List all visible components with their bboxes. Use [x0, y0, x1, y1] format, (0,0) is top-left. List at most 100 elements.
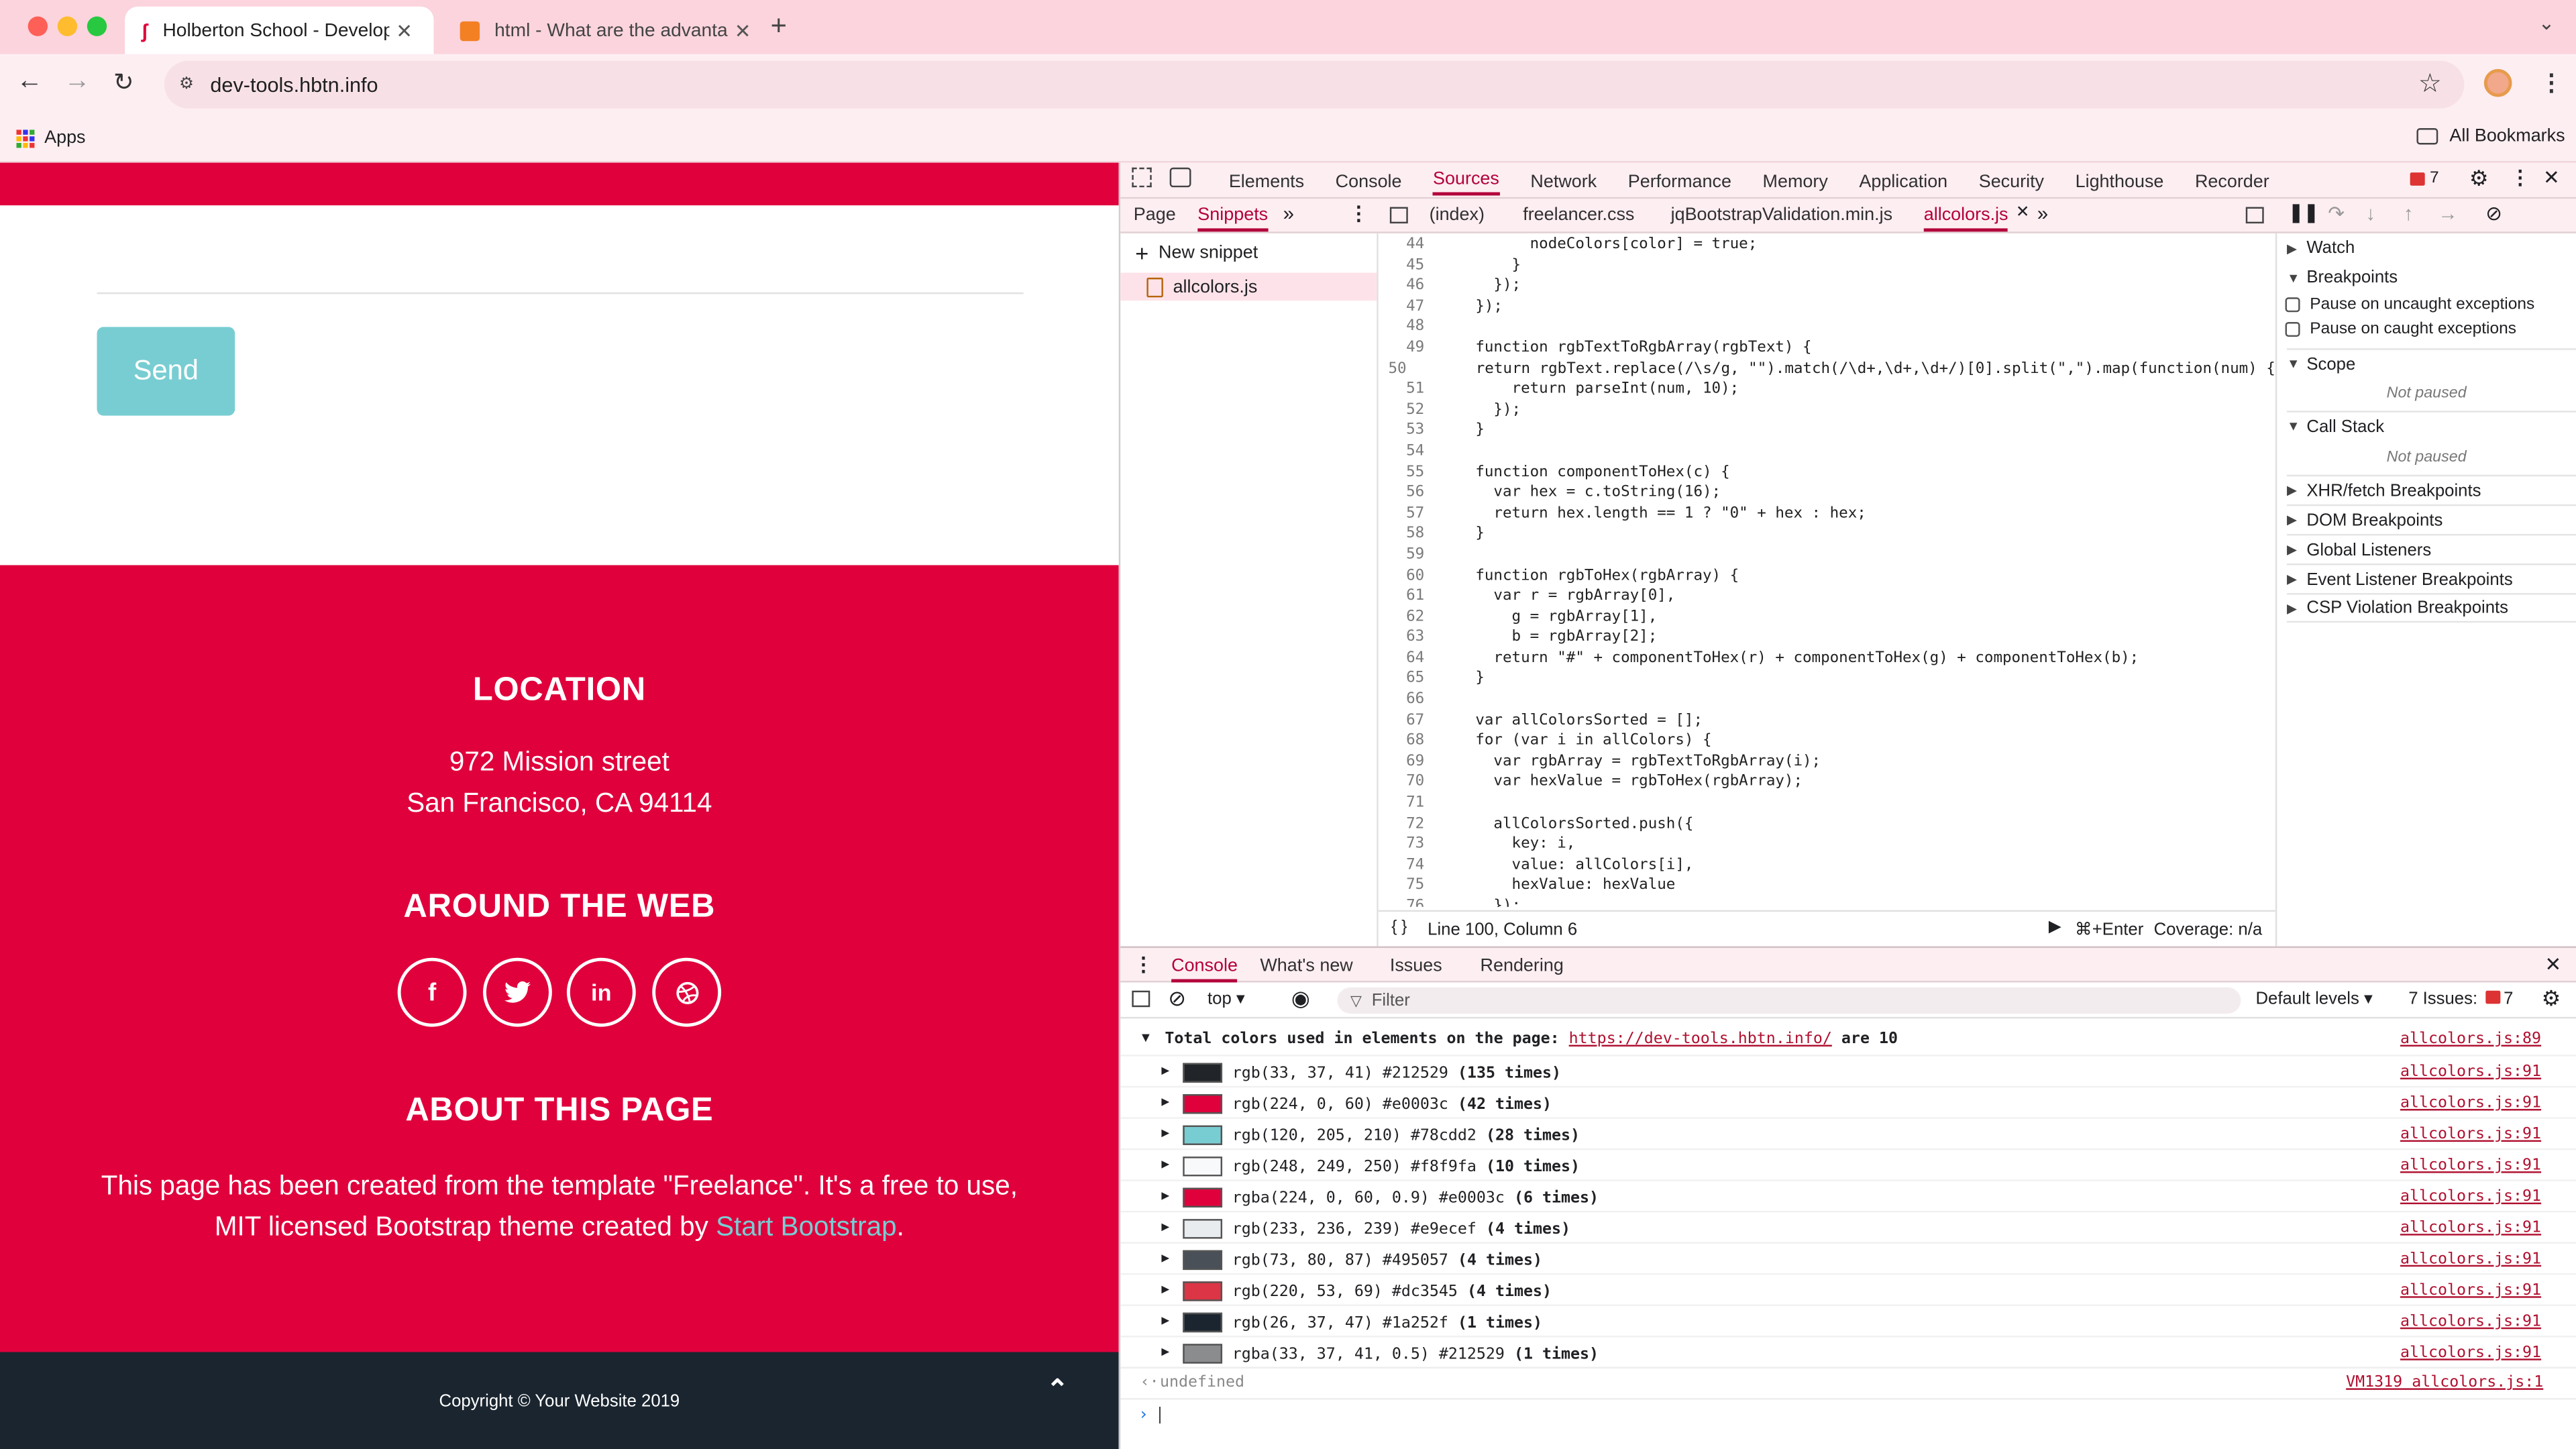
new-snippet-button[interactable]: + New snippet	[1135, 240, 1258, 266]
tab-elements[interactable]: Elements	[1229, 172, 1304, 192]
expand-triangle-icon[interactable]: ▶	[1161, 1094, 1169, 1109]
pause-caught-checkbox[interactable]	[2285, 322, 2300, 337]
more-tabs-chevron-icon[interactable]: »	[1283, 202, 1294, 225]
line-number[interactable]: 62	[1379, 607, 1424, 628]
drawer-menu-icon[interactable]: ⋮	[1134, 953, 1153, 975]
line-number[interactable]: 69	[1379, 752, 1424, 773]
line-number[interactable]: 64	[1379, 649, 1424, 669]
pause-uncaught-option[interactable]: Pause on uncaught exceptions	[2285, 296, 2534, 314]
expand-triangle-icon[interactable]: ▶	[1161, 1219, 1169, 1234]
line-number[interactable]: 52	[1379, 400, 1424, 421]
start-bootstrap-link[interactable]: Start Bootstrap	[716, 1212, 897, 1241]
file-tab-jqbootstrap[interactable]: jqBootstrapValidation.min.js	[1671, 205, 1892, 225]
line-number[interactable]: 49	[1379, 338, 1424, 359]
pause-caught-option[interactable]: Pause on caught exceptions	[2285, 321, 2516, 338]
breakpoints-section[interactable]: ▼ Breakpoints	[2287, 263, 2398, 292]
expand-triangle-icon[interactable]: ▶	[1161, 1313, 1169, 1328]
apps-bookmark[interactable]: Apps	[16, 128, 86, 148]
send-button[interactable]: Send	[97, 327, 235, 416]
expand-triangle-icon[interactable]: ▶	[1161, 1250, 1169, 1265]
code-editor[interactable]: 44 nodeColors[color] = true; 45 } 46 }); 47…	[1379, 233, 2275, 907]
line-number[interactable]: 60	[1379, 566, 1424, 587]
step-over-icon[interactable]: ↷	[2328, 202, 2345, 225]
line-number[interactable]: 61	[1379, 587, 1424, 608]
close-tab-icon[interactable]: ✕	[735, 19, 751, 42]
close-tab-icon[interactable]: ✕	[396, 19, 413, 42]
step-out-icon[interactable]: ↑	[2404, 202, 2414, 225]
line-number[interactable]: 57	[1379, 504, 1424, 525]
drawer-tab-rendering[interactable]: Rendering	[1481, 956, 1564, 975]
file-tab-freelancer-css[interactable]: freelancer.css	[1523, 205, 1634, 225]
settings-gear-icon[interactable]: ⚙	[2469, 166, 2489, 192]
context-selector[interactable]: top ▾	[1208, 989, 1245, 1008]
tab-recorder[interactable]: Recorder	[2195, 172, 2269, 192]
pretty-print-icon[interactable]: { }	[1391, 918, 1407, 936]
line-number[interactable]: 75	[1379, 876, 1424, 897]
console-sidebar-icon[interactable]	[1132, 990, 1150, 1008]
browser-menu-icon[interactable]: ⋮	[2540, 69, 2563, 97]
source-link[interactable]: allcolors.js:91	[2400, 1219, 2541, 1237]
toggle-debugger-icon[interactable]	[2245, 207, 2264, 224]
csp-breakpoints-section[interactable]: ▶ CSP Violation Breakpoints	[2286, 593, 2576, 623]
reload-icon[interactable]: ↻	[113, 67, 134, 97]
line-number[interactable]: 50	[1379, 359, 1406, 380]
line-number[interactable]: 74	[1379, 855, 1424, 876]
browser-tab-active[interactable]: ʃ Holberton School - Developer ✕	[125, 6, 434, 54]
tab-network[interactable]: Network	[1530, 172, 1597, 192]
console-filter-input[interactable]: ▽ Filter	[1337, 987, 2241, 1014]
line-number[interactable]: 58	[1379, 525, 1424, 545]
live-expression-eye-icon[interactable]: ◉	[1291, 985, 1310, 1012]
tab-memory[interactable]: Memory	[1763, 172, 1828, 192]
step-into-icon[interactable]: ↓	[2366, 202, 2376, 225]
source-link[interactable]: allcolors.js:91	[2400, 1250, 2541, 1269]
line-number[interactable]: 67	[1379, 711, 1424, 732]
expand-triangle-icon[interactable]: ▶	[1161, 1126, 1169, 1140]
issues-link[interactable]: 7 Issues: 7	[2408, 989, 2513, 1008]
source-link[interactable]: allcolors.js:91	[2400, 1344, 2541, 1362]
drawer-tab-console[interactable]: Console	[1171, 956, 1238, 983]
forward-icon[interactable]: →	[64, 67, 91, 97]
xhr-breakpoints-section[interactable]: ▶ XHR/fetch Breakpoints	[2286, 474, 2576, 504]
clear-console-icon[interactable]: ⊘	[1168, 985, 1186, 1012]
twitter-icon[interactable]	[483, 957, 552, 1027]
console-color-row[interactable]: ▶ rgb(73, 80, 87) #495057 (4 times) allcol…	[1120, 1242, 2576, 1273]
linkedin-icon[interactable]: in	[566, 957, 636, 1027]
line-number[interactable]: 76	[1379, 897, 1424, 907]
pause-uncaught-checkbox[interactable]	[2285, 297, 2300, 313]
call-stack-section[interactable]: ▼ Call Stack	[2286, 411, 2576, 440]
line-number[interactable]: 72	[1379, 814, 1424, 835]
watch-section[interactable]: ▶ Watch	[2287, 233, 2355, 263]
line-number[interactable]: 59	[1379, 545, 1424, 566]
console-color-row[interactable]: ▶ rgb(26, 37, 47) #1a252f (1 times) allcol…	[1120, 1304, 2576, 1336]
source-link[interactable]: allcolors.js:91	[2400, 1157, 2541, 1175]
line-number[interactable]: 65	[1379, 669, 1424, 690]
dom-breakpoints-section[interactable]: ▶ DOM Breakpoints	[2286, 504, 2576, 534]
expand-triangle-icon[interactable]: ▶	[1161, 1344, 1169, 1358]
more-files-chevron-icon[interactable]: »	[2037, 202, 2048, 225]
line-number[interactable]: 48	[1379, 318, 1424, 339]
scope-section[interactable]: ▼ Scope	[2286, 348, 2576, 378]
page-url-link[interactable]: https://dev-tools.hbtn.info/	[1569, 1030, 1832, 1049]
expand-triangle-icon[interactable]: ▶	[1161, 1188, 1169, 1203]
console-color-row[interactable]: ▶ rgb(120, 205, 210) #78cdd2 (28 times) al…	[1120, 1117, 2576, 1148]
device-toolbar-icon[interactable]	[1169, 167, 1191, 188]
snippet-item[interactable]: allcolors.js	[1120, 272, 1377, 301]
global-listeners-section[interactable]: ▶ Global Listeners	[2286, 533, 2576, 564]
line-number[interactable]: 53	[1379, 421, 1424, 442]
source-link[interactable]: allcolors.js:91	[2400, 1313, 2541, 1331]
collapse-triangle-icon[interactable]: ▼	[1142, 1030, 1150, 1045]
line-number[interactable]: 56	[1379, 483, 1424, 504]
file-tab-index[interactable]: (index)	[1430, 205, 1485, 225]
line-number[interactable]: 66	[1379, 690, 1424, 711]
back-icon[interactable]: ←	[16, 67, 42, 97]
close-file-tab-icon[interactable]: ✕	[2016, 204, 2030, 222]
run-snippet-icon[interactable]: ▶	[2049, 918, 2061, 936]
new-tab-button[interactable]: +	[771, 10, 787, 43]
line-number[interactable]: 55	[1379, 462, 1424, 483]
console-color-row[interactable]: ▶ rgb(33, 37, 41) #212529 (135 times) allc…	[1120, 1055, 2576, 1086]
expand-triangle-icon[interactable]: ▶	[1161, 1281, 1169, 1296]
source-link[interactable]: allcolors.js:91	[2400, 1188, 2541, 1206]
line-number[interactable]: 70	[1379, 773, 1424, 794]
file-tab-allcolors[interactable]: allcolors.js	[1923, 205, 2008, 232]
expand-triangle-icon[interactable]: ▶	[1161, 1157, 1169, 1171]
